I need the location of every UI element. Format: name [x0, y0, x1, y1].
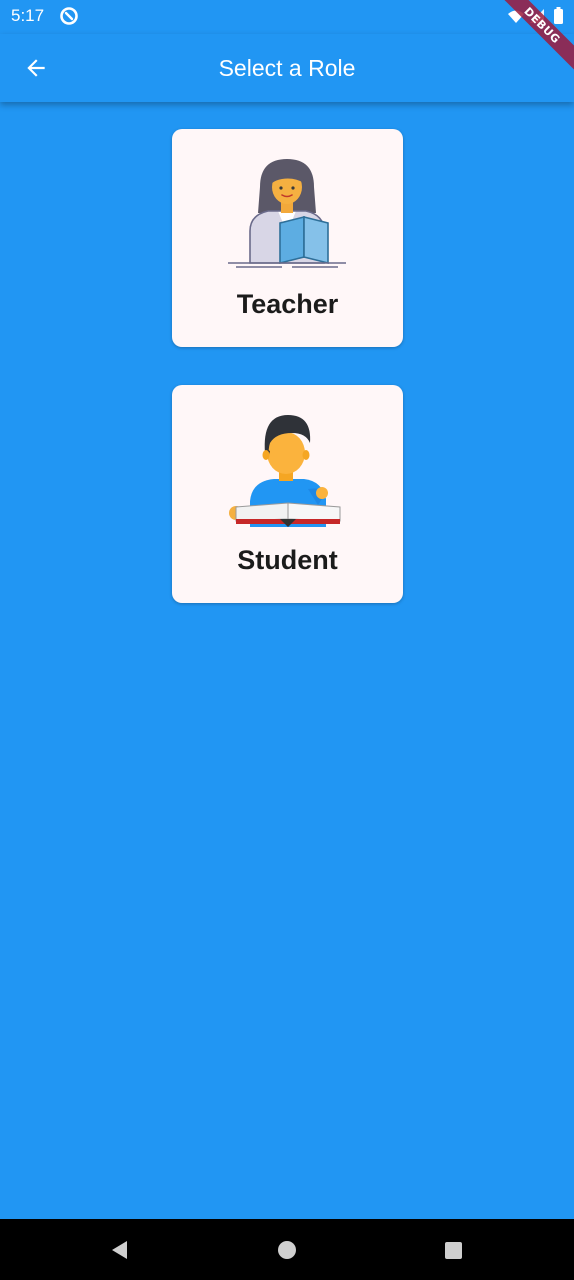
app-bar: Select a Role: [0, 34, 574, 102]
navigation-bar: [0, 1219, 574, 1280]
notification-icon: [59, 6, 79, 26]
recents-square-icon: [445, 1242, 462, 1259]
status-icons: [506, 6, 570, 26]
teacher-illustration: [222, 153, 352, 271]
role-card-student[interactable]: Student: [172, 385, 403, 603]
nav-home-button[interactable]: [273, 1236, 301, 1264]
status-bar: 5:17: [0, 0, 574, 34]
status-time: 5:17: [11, 6, 45, 25]
nav-recents-button[interactable]: [439, 1236, 467, 1264]
student-illustration: [222, 409, 352, 527]
back-triangle-icon: [112, 1241, 127, 1259]
back-button[interactable]: [12, 44, 60, 92]
role-card-teacher[interactable]: Teacher: [172, 129, 403, 347]
wifi-icon: [508, 10, 524, 23]
home-circle-icon: [278, 1241, 296, 1259]
arrow-back-icon: [27, 59, 45, 77]
signal-icon: [530, 9, 544, 23]
role-label-student: Student: [237, 545, 338, 575]
nav-back-button[interactable]: [106, 1236, 134, 1264]
role-label-teacher: Teacher: [236, 289, 339, 319]
battery-icon: [554, 7, 563, 24]
page-title: Select a Role: [218, 55, 356, 81]
